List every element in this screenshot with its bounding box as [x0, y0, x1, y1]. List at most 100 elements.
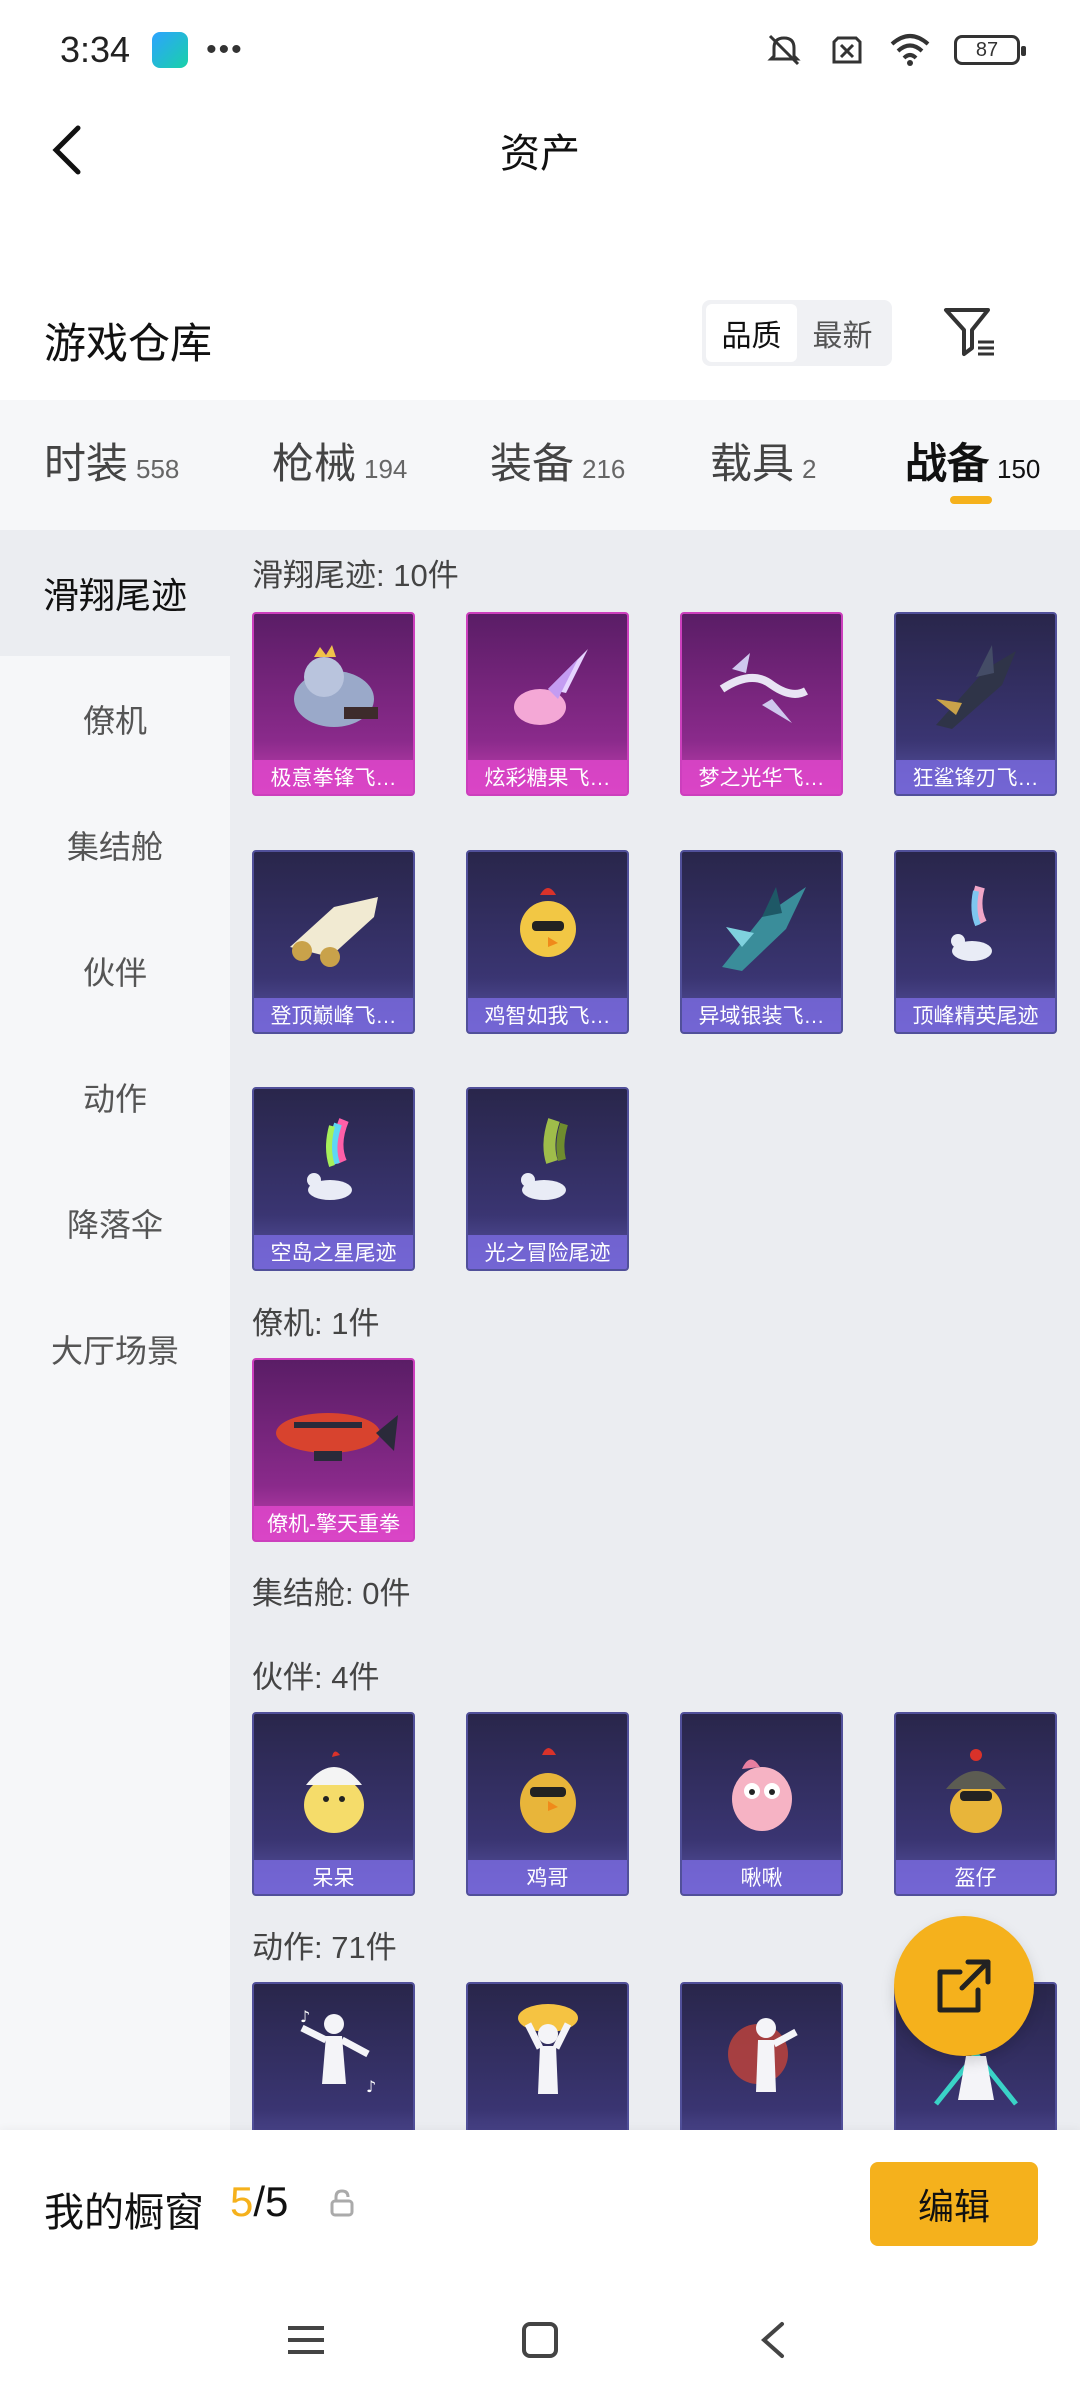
- svg-text:♪: ♪: [366, 2077, 376, 2096]
- side-nav-item-emote[interactable]: 动作: [0, 1034, 230, 1160]
- share-icon: [937, 1959, 991, 2013]
- item-name: 呆呆: [254, 1860, 413, 1894]
- item-card[interactable]: 僚机-擎天重拳: [252, 1358, 415, 1542]
- item-thumbnail: [254, 614, 413, 764]
- item-name: 光之冒险尾迹: [468, 1235, 627, 1269]
- tab-label: 枪械: [272, 440, 357, 487]
- tab-guns[interactable]: 枪械 194: [272, 430, 407, 491]
- side-nav-item-wingman[interactable]: 僚机: [0, 656, 230, 782]
- tab-count: 2: [802, 454, 817, 484]
- recent-apps-button[interactable]: [276, 2310, 336, 2370]
- active-tab-indicator: [950, 496, 992, 504]
- tab-vehicles[interactable]: 载具 2: [710, 430, 816, 491]
- tab-label: 装备: [490, 440, 575, 487]
- tab-label: 载具: [710, 440, 795, 487]
- item-card[interactable]: 空岛之星尾迹: [252, 1087, 415, 1271]
- edit-button[interactable]: 编辑: [870, 2162, 1038, 2246]
- item-thumbnail: [896, 614, 1055, 764]
- sort-quality-option[interactable]: 品质: [706, 304, 797, 362]
- side-nav-item-capsule[interactable]: 集结舱: [0, 782, 230, 908]
- item-card[interactable]: 鸡哥: [466, 1712, 629, 1896]
- showcase-current: 5: [230, 2178, 254, 2225]
- item-thumbnail: [468, 852, 627, 1002]
- item-grid: 滑翔尾迹: 10件 极意拳锋飞… 炫彩糖果飞… 梦之光华飞… 狂鲨锋刃飞… 登顶…: [230, 530, 1080, 2130]
- item-card[interactable]: 炫彩糖果飞…: [466, 612, 629, 796]
- back-button[interactable]: [40, 122, 96, 178]
- item-card[interactable]: [680, 1982, 843, 2130]
- item-name: 盔仔: [896, 1860, 1055, 1894]
- share-button[interactable]: [894, 1916, 1034, 2056]
- item-card[interactable]: 顶峰精英尾迹: [894, 850, 1057, 1034]
- system-back-button[interactable]: [744, 2310, 804, 2370]
- page-title: 资产: [500, 132, 580, 176]
- item-name: 僚机-擎天重拳: [254, 1506, 413, 1540]
- item-thumbnail: [254, 852, 413, 1002]
- item-card[interactable]: 梦之光华飞…: [680, 612, 843, 796]
- section-label-trail: 滑翔尾迹: 10件: [252, 558, 459, 593]
- category-tabs: 时装 558 枪械 194 装备 216 载具 2 战备 150: [0, 400, 1080, 530]
- showcase-bar: 我的橱窗 5/5 编辑: [0, 2130, 1080, 2280]
- item-card[interactable]: 异域银装飞…: [680, 850, 843, 1034]
- item-card[interactable]: 盔仔: [894, 1712, 1057, 1896]
- tab-fashion[interactable]: 时装 558: [44, 430, 179, 491]
- tab-count: 216: [582, 454, 626, 484]
- sort-newest-option[interactable]: 最新: [797, 304, 888, 362]
- back-icon: [760, 2322, 784, 2358]
- menu-icon: [288, 2326, 324, 2354]
- item-name: 异域银装飞…: [682, 998, 841, 1032]
- item-thumbnail: [254, 1360, 413, 1510]
- section-label-wingman: 僚机: 1件: [252, 1306, 380, 1341]
- svg-text:♪: ♪: [300, 2007, 310, 2026]
- item-name: 登顶巅峰飞…: [254, 998, 413, 1032]
- item-thumbnail: [468, 614, 627, 764]
- tab-readiness[interactable]: 战备 150: [905, 430, 1040, 491]
- item-card[interactable]: 啾啾: [680, 1712, 843, 1896]
- item-thumbnail: [682, 852, 841, 1002]
- tab-equipment[interactable]: 装备 216: [490, 430, 625, 491]
- showcase-count: 5/5: [230, 2178, 288, 2226]
- battery-indicator: 87: [954, 35, 1026, 65]
- system-nav-bar: [0, 2280, 1080, 2400]
- status-time: 3:34: [60, 29, 131, 70]
- tab-count: 194: [364, 454, 408, 484]
- page-header: 资产: [0, 100, 1080, 200]
- filter-button[interactable]: [940, 302, 1000, 362]
- item-thumbnail: [468, 1089, 627, 1239]
- app-notification-icon: [152, 32, 189, 68]
- item-card[interactable]: ♪ ♪: [252, 1982, 415, 2130]
- tab-count: 150: [997, 454, 1041, 484]
- showcase-total: /5: [253, 2178, 289, 2225]
- item-thumbnail: [682, 1714, 841, 1864]
- item-card[interactable]: 极意拳锋飞…: [252, 612, 415, 796]
- side-nav-item-lobby-scene[interactable]: 大厅场景: [0, 1286, 230, 1412]
- filter-icon: [944, 308, 994, 356]
- more-notifications-icon: •••: [206, 33, 244, 66]
- item-card[interactable]: 狂鲨锋刃飞…: [894, 612, 1057, 796]
- warehouse-row: 游戏仓库 品质 最新: [0, 290, 1080, 380]
- item-card[interactable]: 呆呆: [252, 1712, 415, 1896]
- home-button[interactable]: [510, 2310, 570, 2370]
- section-label-emote: 动作: 71件: [252, 1930, 397, 1965]
- item-name: 梦之光华飞…: [682, 760, 841, 794]
- mute-icon: [767, 34, 801, 66]
- tab-count: 558: [136, 454, 180, 484]
- item-name: 啾啾: [682, 1860, 841, 1894]
- item-name: 极意拳锋飞…: [254, 760, 413, 794]
- item-thumbnail: [896, 852, 1055, 1002]
- no-sim-icon: [832, 36, 862, 64]
- section-label-partner: 伙伴: 4件: [252, 1660, 380, 1695]
- warehouse-title: 游戏仓库: [44, 320, 213, 367]
- item-card[interactable]: 鸡智如我飞…: [466, 850, 629, 1034]
- side-nav-item-partner[interactable]: 伙伴: [0, 908, 230, 1034]
- item-name: 顶峰精英尾迹: [896, 998, 1055, 1032]
- item-card[interactable]: 光之冒险尾迹: [466, 1087, 629, 1271]
- side-nav-item-trail[interactable]: 滑翔尾迹: [0, 530, 230, 656]
- lock-icon: [330, 2189, 354, 2217]
- item-thumbnail: [254, 1714, 413, 1864]
- item-card[interactable]: 登顶巅峰飞…: [252, 850, 415, 1034]
- item-thumbnail: [468, 1984, 627, 2130]
- item-card[interactable]: [466, 1982, 629, 2130]
- wifi-icon: [890, 34, 930, 66]
- item-name: 炫彩糖果飞…: [468, 760, 627, 794]
- side-nav-item-parachute[interactable]: 降落伞: [0, 1160, 230, 1286]
